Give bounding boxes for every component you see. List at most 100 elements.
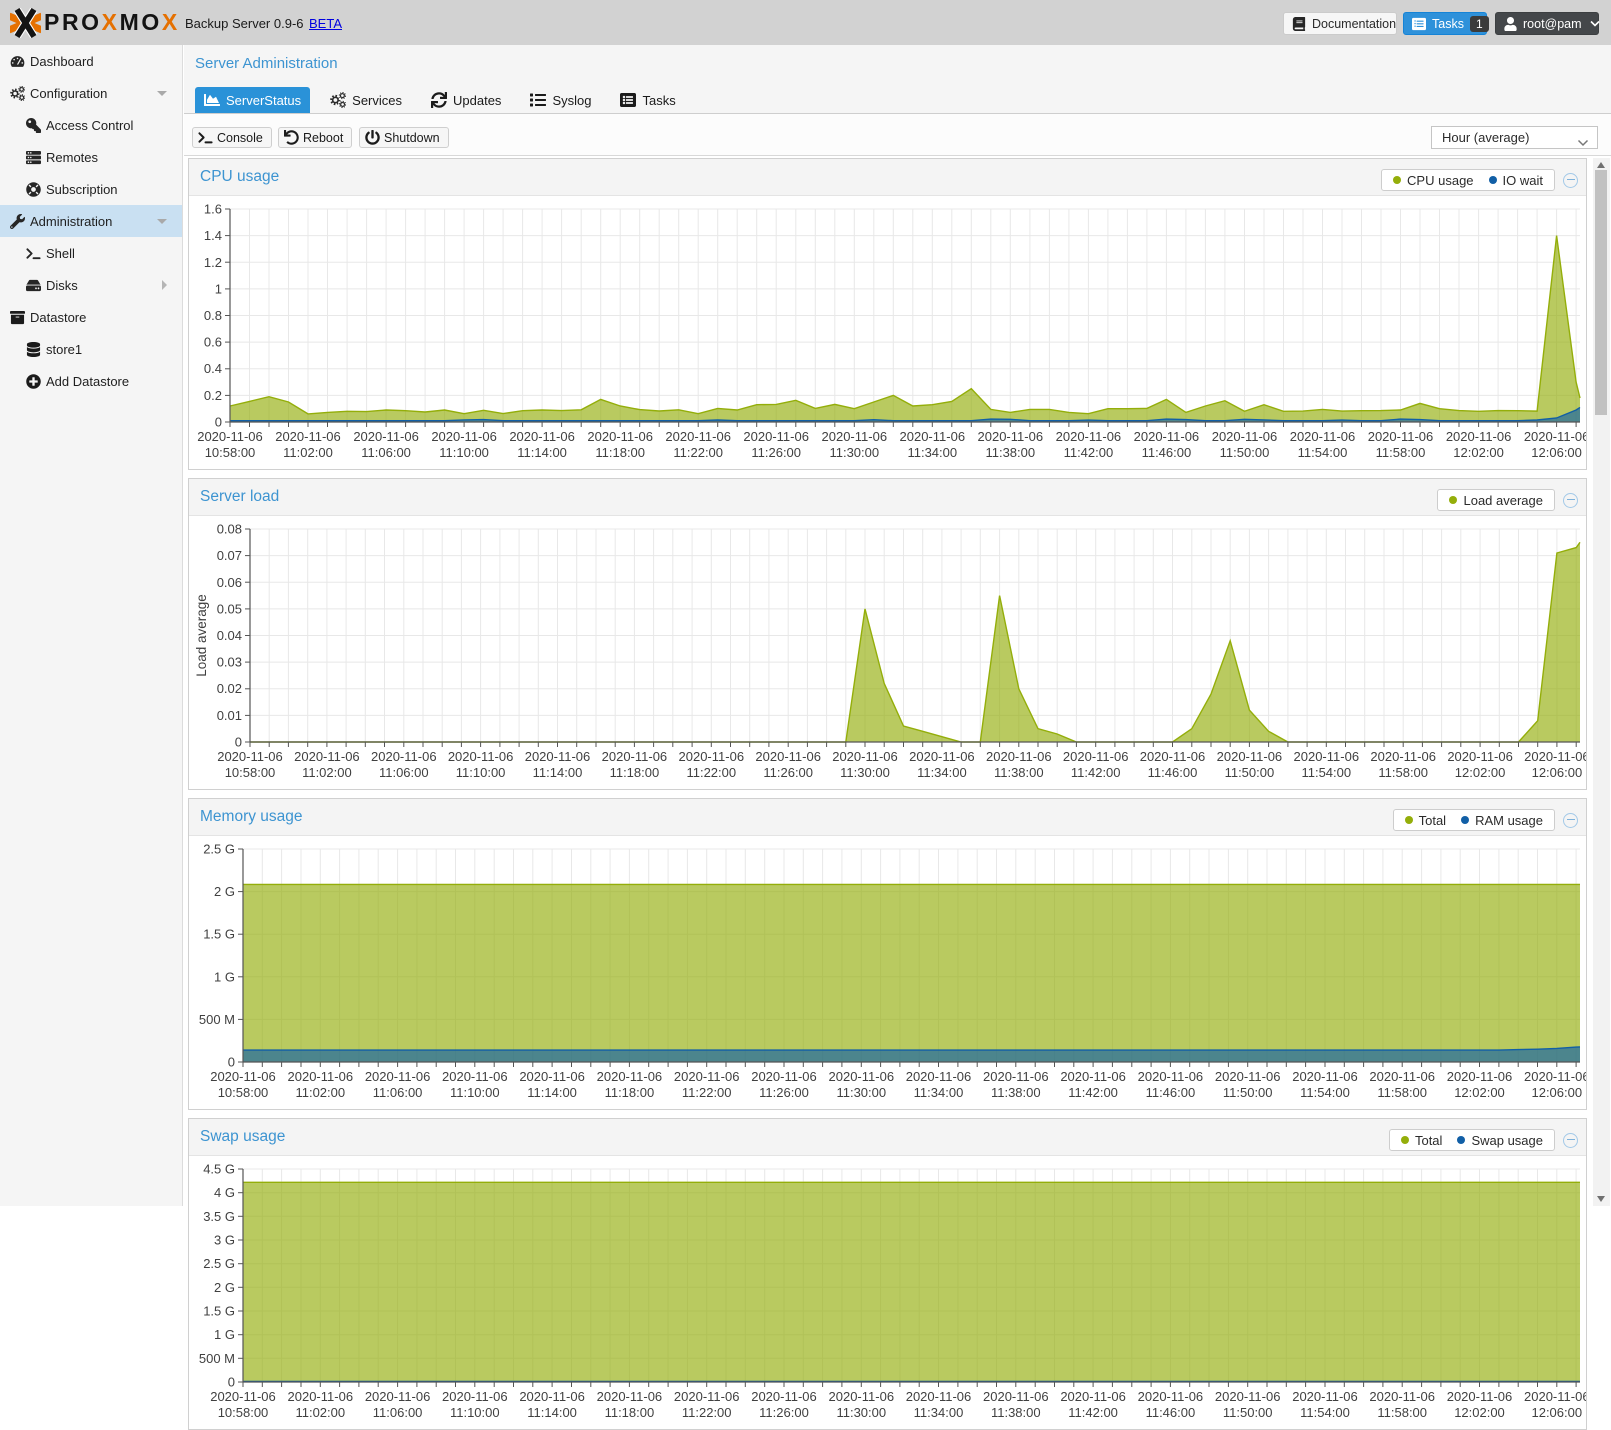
svg-text:10:58:00: 10:58:00 bbox=[218, 1405, 269, 1420]
svg-text:11:50:00: 11:50:00 bbox=[1223, 1405, 1273, 1420]
svg-text:11:26:00: 11:26:00 bbox=[759, 1405, 809, 1420]
svg-text:2020-11-06: 2020-11-06 bbox=[829, 1069, 895, 1084]
svg-text:11:06:00: 11:06:00 bbox=[361, 445, 411, 460]
svg-text:2020-11-06: 2020-11-06 bbox=[1290, 429, 1356, 444]
svg-text:2020-11-06: 2020-11-06 bbox=[1060, 1389, 1126, 1404]
svg-text:11:10:00: 11:10:00 bbox=[456, 765, 506, 780]
svg-text:1 G: 1 G bbox=[214, 969, 235, 984]
svg-text:2020-11-06: 2020-11-06 bbox=[1138, 1389, 1204, 1404]
svg-text:11:22:00: 11:22:00 bbox=[682, 1405, 732, 1420]
svg-text:2020-11-06: 2020-11-06 bbox=[288, 1389, 354, 1404]
svg-text:2 G: 2 G bbox=[214, 884, 235, 899]
svg-text:11:54:00: 11:54:00 bbox=[1300, 1085, 1350, 1100]
svg-text:2.5 G: 2.5 G bbox=[203, 1256, 235, 1271]
svg-text:2020-11-06: 2020-11-06 bbox=[210, 1069, 276, 1084]
svg-text:2020-11-06: 2020-11-06 bbox=[1447, 749, 1513, 764]
svg-text:2020-11-06: 2020-11-06 bbox=[1524, 1389, 1586, 1404]
svg-text:2020-11-06: 2020-11-06 bbox=[365, 1069, 431, 1084]
svg-text:2020-11-06: 2020-11-06 bbox=[665, 429, 731, 444]
svg-text:2020-11-06: 2020-11-06 bbox=[275, 429, 341, 444]
svg-text:2020-11-06: 2020-11-06 bbox=[900, 429, 966, 444]
svg-text:11:38:00: 11:38:00 bbox=[991, 1405, 1041, 1420]
svg-text:2020-11-06: 2020-11-06 bbox=[674, 1069, 740, 1084]
svg-text:10:58:00: 10:58:00 bbox=[205, 445, 256, 460]
svg-text:0.02: 0.02 bbox=[217, 681, 242, 696]
svg-text:1.2: 1.2 bbox=[204, 255, 222, 270]
svg-text:0.06: 0.06 bbox=[217, 575, 242, 590]
svg-text:2.5 G: 2.5 G bbox=[203, 842, 235, 857]
svg-text:0.08: 0.08 bbox=[217, 522, 242, 537]
svg-text:2020-11-06: 2020-11-06 bbox=[906, 1389, 972, 1404]
svg-text:11:42:00: 11:42:00 bbox=[1068, 1405, 1118, 1420]
svg-text:11:54:00: 11:54:00 bbox=[1300, 1405, 1350, 1420]
svg-text:10:58:00: 10:58:00 bbox=[225, 765, 276, 780]
svg-text:11:22:00: 11:22:00 bbox=[673, 445, 723, 460]
svg-text:2020-11-06: 2020-11-06 bbox=[1056, 429, 1122, 444]
svg-text:11:30:00: 11:30:00 bbox=[836, 1405, 886, 1420]
svg-text:11:50:00: 11:50:00 bbox=[1223, 1085, 1273, 1100]
svg-text:11:22:00: 11:22:00 bbox=[682, 1085, 732, 1100]
svg-text:11:14:00: 11:14:00 bbox=[527, 1405, 577, 1420]
svg-text:12:02:00: 12:02:00 bbox=[1454, 1085, 1505, 1100]
svg-text:2020-11-06: 2020-11-06 bbox=[525, 749, 591, 764]
svg-text:3 G: 3 G bbox=[214, 1233, 235, 1248]
svg-text:1.6: 1.6 bbox=[204, 202, 222, 217]
svg-text:11:14:00: 11:14:00 bbox=[533, 765, 583, 780]
svg-text:11:46:00: 11:46:00 bbox=[1148, 765, 1198, 780]
svg-text:2020-11-06: 2020-11-06 bbox=[197, 429, 263, 444]
svg-text:11:30:00: 11:30:00 bbox=[829, 445, 879, 460]
svg-text:2020-11-06: 2020-11-06 bbox=[288, 1069, 354, 1084]
svg-text:2020-11-06: 2020-11-06 bbox=[751, 1389, 817, 1404]
svg-text:0: 0 bbox=[215, 415, 222, 430]
svg-text:11:06:00: 11:06:00 bbox=[373, 1405, 423, 1420]
svg-text:11:46:00: 11:46:00 bbox=[1146, 1085, 1196, 1100]
svg-text:2020-11-06: 2020-11-06 bbox=[597, 1389, 663, 1404]
svg-text:11:10:00: 11:10:00 bbox=[450, 1405, 500, 1420]
svg-text:11:02:00: 11:02:00 bbox=[295, 1405, 345, 1420]
svg-text:12:06:00: 12:06:00 bbox=[1532, 765, 1583, 780]
svg-text:11:34:00: 11:34:00 bbox=[914, 1085, 964, 1100]
svg-text:2020-11-06: 2020-11-06 bbox=[509, 429, 575, 444]
svg-text:11:30:00: 11:30:00 bbox=[840, 765, 890, 780]
svg-text:2020-11-06: 2020-11-06 bbox=[983, 1389, 1049, 1404]
svg-text:4.5 G: 4.5 G bbox=[203, 1162, 235, 1177]
svg-text:2020-11-06: 2020-11-06 bbox=[679, 749, 745, 764]
svg-text:12:06:00: 12:06:00 bbox=[1531, 1405, 1582, 1420]
svg-text:0.8: 0.8 bbox=[204, 308, 222, 323]
svg-text:11:50:00: 11:50:00 bbox=[1225, 765, 1275, 780]
svg-text:1 G: 1 G bbox=[214, 1327, 235, 1342]
svg-text:2020-11-06: 2020-11-06 bbox=[442, 1389, 508, 1404]
svg-text:11:14:00: 11:14:00 bbox=[527, 1085, 577, 1100]
svg-text:11:58:00: 11:58:00 bbox=[1377, 1085, 1427, 1100]
svg-text:12:06:00: 12:06:00 bbox=[1531, 445, 1582, 460]
svg-text:2020-11-06: 2020-11-06 bbox=[1368, 429, 1434, 444]
svg-text:0.04: 0.04 bbox=[217, 628, 242, 643]
svg-text:2020-11-06: 2020-11-06 bbox=[1524, 429, 1586, 444]
svg-text:11:06:00: 11:06:00 bbox=[379, 765, 429, 780]
svg-text:2020-11-06: 2020-11-06 bbox=[832, 749, 898, 764]
svg-text:11:26:00: 11:26:00 bbox=[763, 765, 813, 780]
svg-text:0.2: 0.2 bbox=[204, 388, 222, 403]
svg-text:11:18:00: 11:18:00 bbox=[610, 765, 660, 780]
svg-text:11:42:00: 11:42:00 bbox=[1064, 445, 1114, 460]
svg-text:500 M: 500 M bbox=[199, 1351, 235, 1366]
svg-text:11:38:00: 11:38:00 bbox=[985, 445, 1035, 460]
svg-text:2020-11-06: 2020-11-06 bbox=[1524, 1069, 1586, 1084]
svg-text:0: 0 bbox=[235, 735, 242, 750]
svg-text:2020-11-06: 2020-11-06 bbox=[353, 429, 419, 444]
svg-text:0.4: 0.4 bbox=[204, 361, 222, 376]
svg-text:2020-11-06: 2020-11-06 bbox=[1524, 749, 1586, 764]
svg-text:11:42:00: 11:42:00 bbox=[1071, 765, 1121, 780]
svg-text:12:02:00: 12:02:00 bbox=[1455, 765, 1506, 780]
svg-text:11:54:00: 11:54:00 bbox=[1301, 765, 1351, 780]
svg-text:2020-11-06: 2020-11-06 bbox=[365, 1389, 431, 1404]
svg-text:2020-11-06: 2020-11-06 bbox=[519, 1069, 585, 1084]
svg-text:11:58:00: 11:58:00 bbox=[1377, 1405, 1427, 1420]
svg-text:2020-11-06: 2020-11-06 bbox=[751, 1069, 817, 1084]
svg-text:2020-11-06: 2020-11-06 bbox=[822, 429, 888, 444]
svg-text:11:02:00: 11:02:00 bbox=[283, 445, 333, 460]
svg-text:12:02:00: 12:02:00 bbox=[1453, 445, 1504, 460]
svg-text:11:54:00: 11:54:00 bbox=[1298, 445, 1348, 460]
svg-text:2020-11-06: 2020-11-06 bbox=[978, 429, 1044, 444]
svg-text:2020-11-06: 2020-11-06 bbox=[1217, 749, 1283, 764]
